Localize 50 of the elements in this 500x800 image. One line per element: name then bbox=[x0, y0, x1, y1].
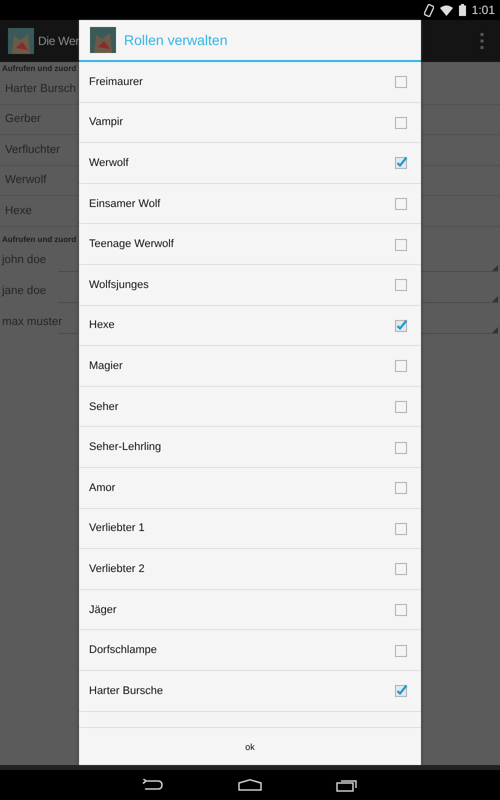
ok-button[interactable]: ok bbox=[79, 728, 421, 765]
app-title: Die Wer bbox=[38, 34, 80, 48]
checkbox[interactable] bbox=[395, 116, 408, 129]
dialog-logo-icon bbox=[90, 27, 116, 53]
back-icon[interactable] bbox=[142, 779, 164, 791]
clock-time: 1:01 bbox=[472, 3, 495, 17]
app-logo-icon bbox=[8, 28, 34, 54]
role-label: Seher-Lehrling bbox=[89, 441, 162, 454]
role-label: Seher bbox=[89, 400, 118, 413]
checkbox[interactable] bbox=[395, 75, 408, 88]
checkbox[interactable] bbox=[395, 522, 408, 535]
dropdown-arrow-icon[interactable] bbox=[492, 264, 498, 270]
checkbox[interactable] bbox=[395, 318, 408, 332]
role-label: Hexe bbox=[89, 319, 115, 332]
dropdown-arrow-icon[interactable] bbox=[492, 296, 498, 302]
role-label: Freimaurer bbox=[89, 76, 143, 88]
role-label: Harter Bursche bbox=[89, 684, 163, 697]
wifi-icon bbox=[440, 4, 453, 16]
role-label: Verliebter 2 bbox=[89, 562, 145, 575]
checkbox[interactable] bbox=[395, 684, 408, 698]
section-header: Aufrufen und zuord bbox=[2, 234, 76, 244]
role-label: Magier bbox=[89, 360, 123, 372]
recent-apps-icon[interactable] bbox=[336, 778, 358, 792]
home-icon[interactable] bbox=[238, 779, 262, 791]
checkbox[interactable] bbox=[395, 603, 408, 616]
section-header: Aufrufen und zuord bbox=[2, 64, 76, 73]
checkbox[interactable] bbox=[395, 400, 408, 414]
checkbox[interactable] bbox=[395, 440, 408, 454]
role-label: Dorfschlampe bbox=[89, 644, 157, 656]
role-label: Verliebter 1 bbox=[89, 522, 145, 534]
role-label: Amor bbox=[89, 482, 116, 494]
checkbox[interactable] bbox=[395, 156, 408, 170]
checkbox[interactable] bbox=[395, 644, 408, 657]
role-label: Werwolf bbox=[89, 156, 129, 169]
checkbox[interactable] bbox=[395, 278, 408, 292]
overflow-menu-icon[interactable] bbox=[480, 33, 484, 49]
role-label: Einsamer Wolf bbox=[89, 198, 160, 210]
checkbox[interactable] bbox=[395, 359, 408, 372]
screen-rotation-icon bbox=[424, 4, 434, 16]
dialog-title: Rollen verwalten bbox=[124, 32, 228, 48]
role-label: Vampir bbox=[89, 116, 124, 128]
battery-icon bbox=[458, 4, 466, 16]
checkbox[interactable] bbox=[395, 481, 408, 494]
checkbox[interactable] bbox=[395, 562, 408, 576]
role-label: Jäger bbox=[89, 604, 117, 616]
checkbox[interactable] bbox=[395, 238, 408, 251]
checkbox[interactable] bbox=[395, 197, 408, 210]
dropdown-arrow-icon[interactable] bbox=[492, 326, 498, 332]
role-label: Wolfsjunges bbox=[89, 278, 149, 291]
role-label: Teenage Werwolf bbox=[89, 238, 174, 250]
